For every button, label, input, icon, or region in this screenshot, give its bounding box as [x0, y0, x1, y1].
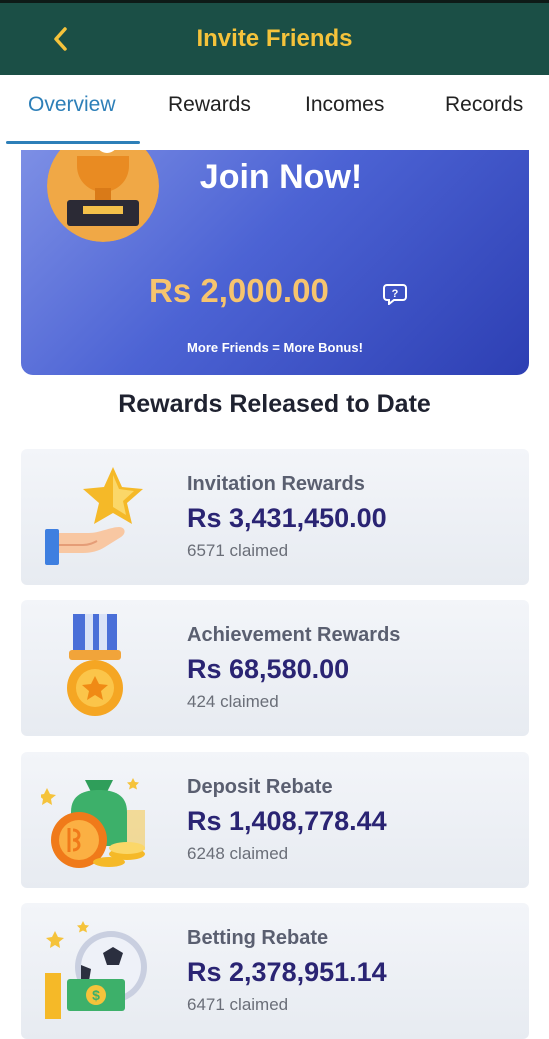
football-cash-icon: $	[45, 921, 147, 1019]
svg-text:$: $	[92, 987, 100, 1003]
page-title: Invite Friends	[196, 25, 353, 52]
money-bag-icon	[41, 778, 145, 868]
claimed-count: 6471 claimed	[187, 995, 289, 1014]
tab-incomes[interactable]: Incomes	[305, 93, 384, 117]
medal-icon	[67, 614, 123, 716]
reward-name: Betting Rebate	[187, 927, 329, 949]
tab-rewards[interactable]: Rewards	[168, 93, 251, 117]
reward-card-betting[interactable]: $ Betting Rebate Rs 2,378,951.14 6471 cl…	[21, 903, 529, 1039]
reward-name: Invitation Rewards	[187, 473, 365, 495]
banner-tagline: More Friends = More Bonus!	[187, 340, 363, 355]
reward-name: Achievement Rewards	[187, 624, 401, 646]
bonus-amount: Rs 2,000.00	[149, 272, 329, 309]
active-tab-indicator	[6, 141, 140, 144]
tab-records[interactable]: Records	[445, 93, 523, 117]
svg-text:?: ?	[392, 288, 399, 300]
claimed-count: 6571 claimed	[187, 541, 289, 560]
star-hand-icon	[45, 467, 143, 565]
claimed-count: 6248 claimed	[187, 844, 289, 863]
join-banner[interactable]: Join Now! Rs 2,000.00 ? More Friends = M…	[21, 150, 529, 375]
reward-value: Rs 2,378,951.14	[187, 957, 387, 987]
reward-value: Rs 3,431,450.00	[187, 503, 387, 533]
reward-name: Deposit Rebate	[187, 776, 333, 798]
join-headline: Join Now!	[199, 158, 363, 196]
tab-bar: Overview Rewards Incomes Records	[0, 75, 549, 145]
tab-overview[interactable]: Overview	[28, 93, 116, 117]
reward-card-achievement[interactable]: Achievement Rewards Rs 68,580.00 424 cla…	[21, 600, 529, 736]
reward-value: Rs 1,408,778.44	[187, 806, 387, 836]
chevron-left-icon	[54, 27, 67, 51]
app-header: Invite Friends	[0, 3, 549, 75]
trophy-icon	[47, 150, 159, 242]
reward-value: Rs 68,580.00	[187, 654, 350, 684]
reward-card-deposit[interactable]: Deposit Rebate Rs 1,408,778.44 6248 clai…	[21, 752, 529, 888]
help-icon[interactable]: ?	[383, 283, 407, 305]
claimed-count: 424 claimed	[187, 692, 279, 711]
reward-card-invitation[interactable]: Invitation Rewards Rs 3,431,450.00 6571 …	[21, 449, 529, 585]
section-title: Rewards Released to Date	[118, 390, 431, 418]
back-button[interactable]	[40, 21, 80, 57]
